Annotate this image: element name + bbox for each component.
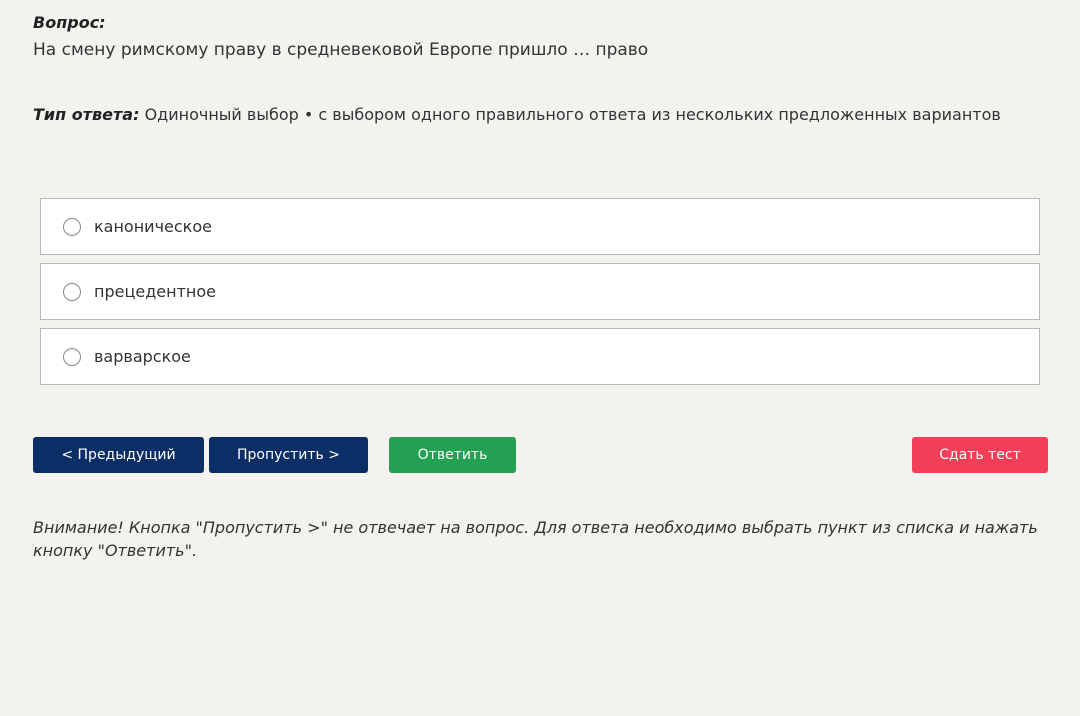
- option-label: каноническое: [94, 217, 212, 236]
- submit-test-button[interactable]: Сдать тест: [912, 437, 1048, 473]
- radio-button[interactable]: [63, 217, 81, 236]
- skip-button[interactable]: Пропустить >: [209, 437, 368, 473]
- option-label: прецедентное: [94, 282, 216, 301]
- answer-type-value: Одиночный выбор • с выбором одного прави…: [144, 105, 1001, 124]
- previous-button[interactable]: < Предыдущий: [33, 437, 204, 473]
- option-item[interactable]: прецедентное: [40, 263, 1040, 320]
- answer-type-label: Тип ответа:: [33, 105, 140, 124]
- option-item[interactable]: каноническое: [40, 198, 1040, 255]
- radio-button[interactable]: [63, 347, 81, 366]
- radio-button[interactable]: [63, 282, 81, 301]
- warning-text: Внимание! Кнопка "Пропустить >" не отвеч…: [33, 518, 1038, 560]
- question-label: Вопрос:: [33, 13, 106, 32]
- option-item[interactable]: варварское: [40, 328, 1040, 385]
- answer-type: Тип ответа: Одиночный выбор • с выбором …: [33, 105, 1001, 124]
- options-list: каноническое прецедентное варварское: [40, 198, 1040, 393]
- option-label: варварское: [94, 347, 191, 366]
- question-text: На смену римскому праву в средневековой …: [33, 40, 649, 60]
- answer-button[interactable]: Ответить: [389, 437, 516, 473]
